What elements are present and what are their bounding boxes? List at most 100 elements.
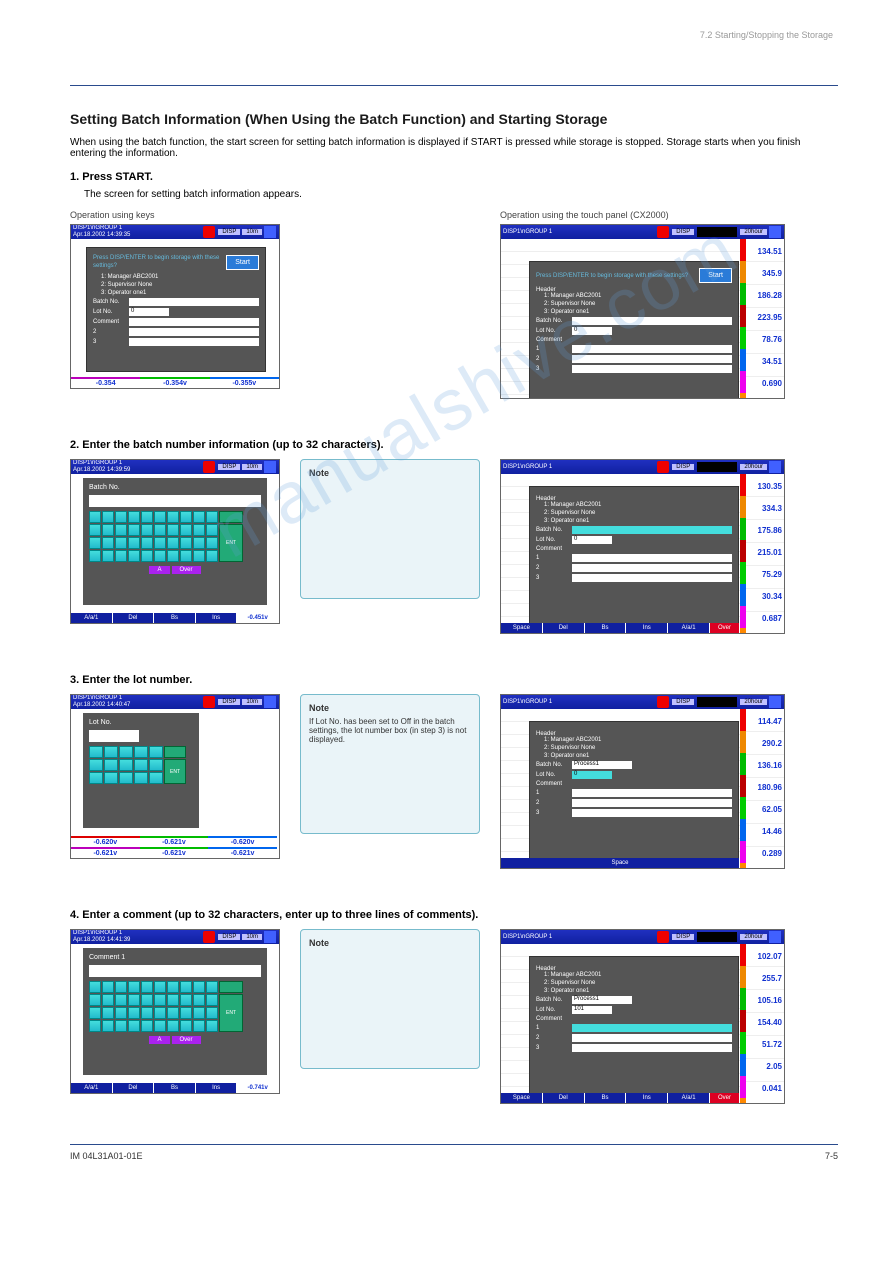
screenshot-step3-right: DISP1\nGROUP 1DISP20hour Header 1: Manag… bbox=[500, 694, 785, 869]
bar-segment bbox=[697, 227, 737, 237]
screenshot-step4-right: DISP1\nGROUP 1DISP20hour Header 1: Manag… bbox=[500, 929, 785, 1104]
comment2-input[interactable] bbox=[572, 355, 732, 363]
start-button[interactable]: Start bbox=[226, 255, 259, 270]
lotno-input[interactable]: 0 bbox=[572, 771, 612, 779]
start-button[interactable]: Start bbox=[699, 268, 732, 283]
batchno-input[interactable]: Process1 bbox=[572, 996, 632, 1004]
panel-title: Batch No. bbox=[89, 484, 261, 491]
batchno-text-input[interactable] bbox=[89, 495, 261, 507]
screenshot-step1-right: DISP1\nGROUP 1 DISP 20hour Press DISP/EN… bbox=[500, 224, 785, 399]
note-box: Note bbox=[300, 929, 480, 1069]
mode-icon bbox=[264, 696, 276, 708]
ent-key[interactable]: ENT bbox=[164, 759, 186, 784]
note-box: Note If Lot No. has been set to Off in t… bbox=[300, 694, 480, 834]
screenshot-step2-right: DISP1\nGROUP 1DISP20hour Header 1: Manag… bbox=[500, 459, 785, 634]
side-values: 102.07255.7105.16154.4051.722.050.041 bbox=[746, 944, 784, 1103]
keypad-panel: Lot No. 0 ENT bbox=[83, 713, 199, 828]
batch-dialog: Header 1: Manager ABC2001 2: Supervisor … bbox=[529, 721, 739, 869]
step1-sub: The screen for setting batch information… bbox=[84, 189, 838, 200]
alarm-icon bbox=[203, 931, 215, 943]
header-2: 2: Supervisor None bbox=[101, 282, 259, 288]
batchno-input[interactable] bbox=[572, 317, 732, 325]
softkey[interactable]: Space bbox=[501, 623, 543, 633]
alarm-icon bbox=[203, 226, 215, 238]
footer-values: -0.354 -0.354v -0.355v bbox=[71, 377, 279, 388]
step1-title: 1. Press START. bbox=[70, 171, 838, 183]
batchno-input[interactable]: Process1 bbox=[572, 761, 632, 769]
footer-right: 7-5 bbox=[825, 1151, 838, 1161]
comment1-input[interactable] bbox=[572, 345, 732, 353]
comment2-input[interactable] bbox=[129, 328, 259, 336]
softkey[interactable]: A/a/1 bbox=[71, 613, 113, 623]
footer-values: -0.620v -0.621v -0.620v -0.621v -0.621v … bbox=[71, 836, 279, 858]
ent-key[interactable]: ENT bbox=[219, 994, 243, 1032]
ent-key[interactable]: ENT bbox=[219, 524, 243, 562]
note-box: Note bbox=[300, 459, 480, 599]
batch-dialog: Press DISP/ENTER to begin storage with t… bbox=[529, 261, 739, 399]
comment3-input[interactable] bbox=[572, 365, 732, 373]
lotno-input[interactable]: 0 bbox=[572, 536, 612, 544]
side-values: 134.51345.9186.28223.9578.7634.510.690 bbox=[746, 239, 784, 398]
panel-title: Comment 1 bbox=[89, 954, 261, 961]
alarm-icon bbox=[203, 461, 215, 473]
toggle-a[interactable]: A bbox=[149, 566, 169, 574]
toggle-over[interactable]: Over bbox=[172, 566, 201, 574]
batchno-input[interactable] bbox=[129, 298, 259, 306]
batch-dialog: Header 1: Manager ABC2001 2: Supervisor … bbox=[529, 486, 739, 634]
disp-indicator: DISP bbox=[218, 229, 240, 235]
lotno-input[interactable]: 101 bbox=[572, 1006, 612, 1014]
footer-softkeys: A/a/1DelBsIns-0.451v bbox=[71, 613, 279, 623]
footer-softkeys: A/a/1DelBsIns-0.741v bbox=[71, 1083, 279, 1093]
titlebar: DISP1\nGROUP 1Apr.18.2002 14:39:35 DISP … bbox=[71, 225, 279, 239]
header-1: 1: Manager ABC2001 bbox=[101, 274, 259, 280]
section-subtext: When using the batch function, the start… bbox=[70, 137, 838, 159]
page-footer: IM 04L31A01-01E 7-5 bbox=[70, 1144, 838, 1161]
keypad-panel: Comment 1 ENT AOver bbox=[83, 948, 267, 1075]
batch-dialog: Header 1: Manager ABC2001 2: Supervisor … bbox=[529, 956, 739, 1104]
mode-icon bbox=[769, 696, 781, 708]
mode-icon bbox=[769, 931, 781, 943]
lotno-input[interactable]: 0 bbox=[572, 327, 612, 335]
header-rule bbox=[70, 85, 838, 86]
keypad-panel: Batch No. ENT AOver bbox=[83, 478, 267, 605]
alarm-icon bbox=[657, 226, 669, 238]
batchno-input[interactable] bbox=[572, 526, 732, 534]
dialog-prompt: Press DISP/ENTER to begin storage with t… bbox=[93, 254, 220, 270]
softkey[interactable]: Space bbox=[501, 858, 740, 868]
section-title: Setting Batch Information (When Using th… bbox=[70, 111, 838, 127]
comment1-input[interactable] bbox=[129, 318, 259, 326]
mode-icon bbox=[264, 931, 276, 943]
kp-key[interactable] bbox=[89, 511, 101, 523]
alarm-icon bbox=[657, 696, 669, 708]
comment-text-input[interactable] bbox=[89, 965, 261, 977]
side-values: 114.47290.2136.16180.9662.0514.460.289 bbox=[746, 709, 784, 868]
page-header: 7.2 Starting/Stopping the Storage bbox=[700, 30, 833, 40]
op-label-touch: Operation using the touch panel (CX2000) bbox=[500, 210, 785, 220]
mode-icon bbox=[769, 226, 781, 238]
mode-icon bbox=[769, 461, 781, 473]
side-values: 130.35334.3175.86215.0175.2930.340.687 bbox=[746, 474, 784, 633]
alarm-icon bbox=[657, 461, 669, 473]
alarm-icon bbox=[203, 696, 215, 708]
op-label-keys: Operation using keys bbox=[70, 210, 280, 220]
screenshot-step2-left: DISP1\nGROUP 1Apr.18.2002 14:39:59DISP10… bbox=[70, 459, 280, 624]
dialog-prompt: Press DISP/ENTER to begin storage with t… bbox=[536, 272, 693, 280]
screenshot-step1-left: DISP1\nGROUP 1Apr.18.2002 14:39:35 DISP … bbox=[70, 224, 280, 389]
comment1-input[interactable] bbox=[572, 1024, 732, 1032]
footer-left: IM 04L31A01-01E bbox=[70, 1151, 143, 1161]
batch-dialog: Press DISP/ENTER to begin storage with t… bbox=[86, 247, 266, 372]
mode-icon bbox=[264, 461, 276, 473]
screenshot-step3-left: DISP1\nGROUP 1Apr.18.2002 14:40:47DISP10… bbox=[70, 694, 280, 859]
panel-title: Lot No. bbox=[89, 719, 193, 726]
step4-title: 4. Enter a comment (up to 32 characters,… bbox=[70, 909, 838, 921]
rate-indicator: 10m bbox=[242, 229, 262, 235]
lotno-input[interactable]: 0 bbox=[129, 308, 169, 316]
arrow-key[interactable] bbox=[219, 511, 243, 523]
step2-title: 2. Enter the batch number information (u… bbox=[70, 439, 838, 451]
lotno-text-input[interactable]: 0 bbox=[89, 730, 139, 742]
step3-title: 3. Enter the lot number. bbox=[70, 674, 838, 686]
comment3-input[interactable] bbox=[129, 338, 259, 346]
arrow-key[interactable] bbox=[164, 746, 186, 758]
alarm-icon bbox=[657, 931, 669, 943]
arrow-key[interactable] bbox=[219, 981, 243, 993]
